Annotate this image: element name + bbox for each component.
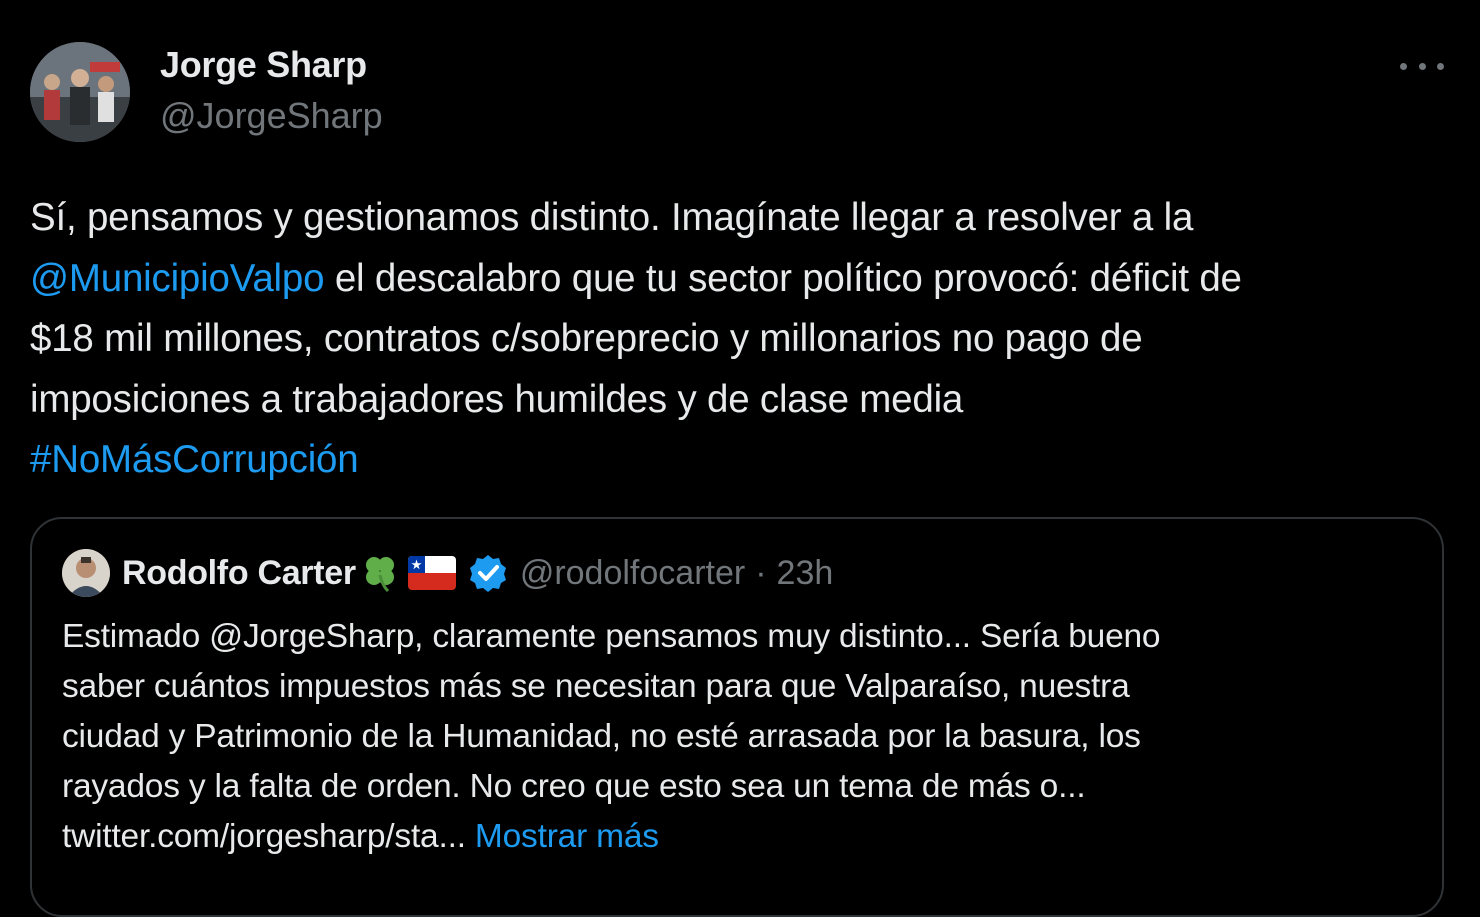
four-leaf-clover-icon	[358, 551, 402, 595]
text-segment: Estimado @JorgeSharp, claramente pensamo…	[62, 618, 1161, 655]
tweet-line: #NoMásCorrupción	[30, 430, 1450, 491]
author-avatar[interactable]	[30, 42, 130, 142]
more-options-button[interactable]	[1400, 52, 1444, 80]
chile-flag-icon	[407, 556, 456, 590]
quote-timestamp[interactable]: 23h	[777, 554, 834, 593]
quote-text: Estimado @JorgeSharp, claramente pensamo…	[62, 612, 1422, 862]
text-segment: imposiciones a trabajadores humildes y d…	[30, 377, 964, 421]
quote-author-avatar[interactable]	[62, 549, 110, 597]
quote-author-name[interactable]: Rodolfo Carter	[122, 554, 356, 593]
quote-author-handle[interactable]: @rodolfocarter	[520, 554, 745, 593]
text-segment: saber cuántos impuestos más se necesitan…	[62, 668, 1130, 705]
mention-link[interactable]: @MunicipioValpo	[30, 257, 325, 300]
quote-line: twitter.com/jorgesharp/sta... Mostrar má…	[62, 812, 1422, 862]
text-segment: $18 mil millones, contratos c/sobrepreci…	[30, 317, 1143, 360]
text-segment: rayados y la falta de orden. No creo que…	[62, 768, 1086, 805]
author-name[interactable]: Jorge Sharp	[160, 44, 367, 86]
text-segment: el descalabro que tu sector político pro…	[324, 256, 1242, 300]
verified-badge-icon	[468, 553, 508, 593]
tweet-line: imposiciones a trabajadores humildes y d…	[30, 370, 1450, 431]
text-segment: Sí, pensamos y gestionamos distinto. Ima…	[30, 196, 1194, 239]
more-horizontal-icon	[1400, 62, 1407, 70]
text-segment: ciudad y Patrimonio de la Humanidad, no …	[62, 718, 1141, 755]
tweet-line: $18 mil millones, contratos c/sobrepreci…	[30, 309, 1450, 370]
quote-line: Estimado @JorgeSharp, claramente pensamo…	[62, 612, 1422, 662]
quote-header: Rodolfo Carter @rodolfocarter · 23h	[122, 550, 833, 596]
text-segment: twitter.com/jorgesharp/sta...	[62, 818, 475, 855]
quote-separator: ·	[755, 553, 767, 592]
tweet-line: @MunicipioValpo el descalabro que tu sec…	[30, 249, 1450, 310]
author-handle[interactable]: @JorgeSharp	[160, 95, 383, 137]
quote-line: ciudad y Patrimonio de la Humanidad, no …	[62, 712, 1422, 762]
tweet-text: Sí, pensamos y gestionamos distinto. Ima…	[30, 188, 1450, 491]
hashtag-link[interactable]: #NoMásCorrupción	[30, 438, 359, 481]
quote-line: saber cuántos impuestos más se necesitan…	[62, 662, 1422, 712]
quote-line: rayados y la falta de orden. No creo que…	[62, 762, 1422, 812]
show-more-link[interactable]: Mostrar más	[475, 818, 659, 855]
tweet-line: Sí, pensamos y gestionamos distinto. Ima…	[30, 188, 1450, 249]
